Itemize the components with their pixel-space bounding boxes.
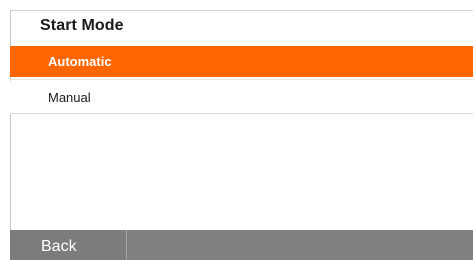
option-divider (10, 79, 473, 80)
page-title: Start Mode (40, 17, 124, 34)
option-manual[interactable]: Manual (10, 81, 473, 114)
footer-empty-area (128, 230, 473, 260)
option-manual-label: Manual (48, 90, 91, 105)
footer-bar: Back (10, 230, 473, 260)
option-automatic-label: Automatic (48, 54, 112, 69)
back-button-label: Back (41, 238, 77, 255)
back-button[interactable]: Back (10, 230, 127, 260)
option-automatic[interactable]: Automatic (10, 46, 473, 77)
start-mode-screen: Start Mode Automatic Manual Back (0, 0, 473, 260)
options-panel (10, 10, 473, 230)
